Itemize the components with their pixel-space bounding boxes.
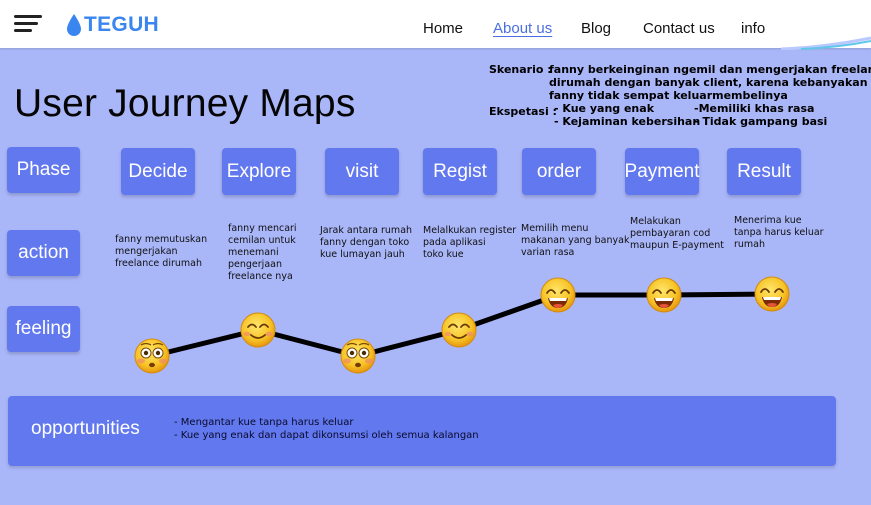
smile-face-emoji-icon bbox=[240, 312, 276, 348]
laugh-face-emoji-icon bbox=[754, 276, 790, 312]
flushed-face-emoji-icon bbox=[340, 338, 376, 374]
opportunities-list: - Mengantar kue tanpa harus keluar - Kue… bbox=[174, 416, 479, 442]
opportunities-label: opportunities bbox=[31, 418, 140, 439]
laugh-face-emoji-icon bbox=[646, 277, 682, 313]
laugh-face-emoji-icon bbox=[540, 277, 576, 313]
smile-face-emoji-icon bbox=[441, 312, 477, 348]
opportunity-item: - Mengantar kue tanpa harus keluar bbox=[174, 417, 354, 428]
opportunities-panel: opportunities - Mengantar kue tanpa haru… bbox=[8, 396, 836, 466]
flushed-face-emoji-icon bbox=[134, 338, 170, 374]
opportunity-item: - Kue yang enak dan dapat dikonsumsi ole… bbox=[174, 430, 479, 441]
